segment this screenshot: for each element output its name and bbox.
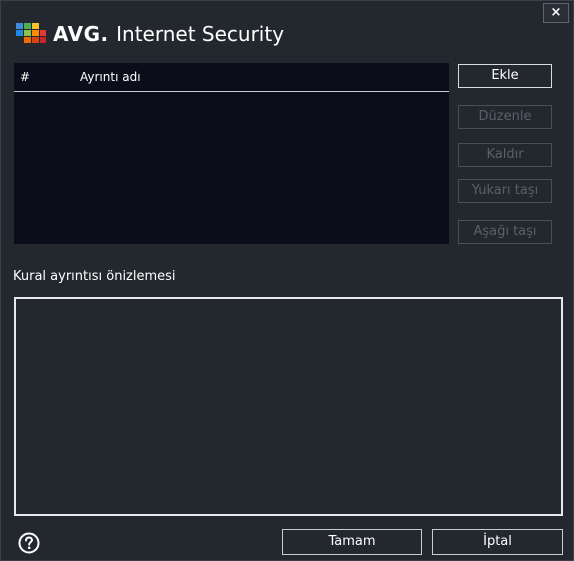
table-header: # Ayrıntı adı [14, 63, 449, 92]
product-name: Internet Security [116, 22, 285, 46]
help-icon[interactable] [18, 532, 40, 554]
move-up-button[interactable]: Yukarı taşı [458, 179, 552, 203]
close-icon: × [550, 5, 562, 20]
rule-detail-preview [14, 297, 563, 516]
move-down-button[interactable]: Aşağı taşı [458, 220, 552, 244]
column-header-detail-name[interactable]: Ayrıntı adı [80, 70, 449, 84]
brand-dot: . [100, 22, 109, 46]
cancel-button[interactable]: İptal [432, 529, 563, 555]
column-header-number[interactable]: # [14, 70, 80, 84]
ok-button[interactable]: Tamam [282, 529, 422, 555]
avg-logo-icon [16, 23, 46, 43]
preview-label: Kural ayrıntısı önizlemesi [13, 269, 176, 284]
remove-button[interactable]: Kaldır [458, 143, 552, 167]
edit-button[interactable]: Düzenle [458, 105, 552, 129]
close-button[interactable]: × [543, 3, 569, 23]
window-title: AVG. Internet Security [15, 19, 284, 49]
dialog-window: × AVG. Internet Security # Ayrıntı adı E… [0, 0, 574, 561]
brand-name: AVG [53, 22, 101, 46]
detail-table[interactable]: # Ayrıntı adı [14, 63, 449, 244]
add-button[interactable]: Ekle [458, 64, 552, 88]
